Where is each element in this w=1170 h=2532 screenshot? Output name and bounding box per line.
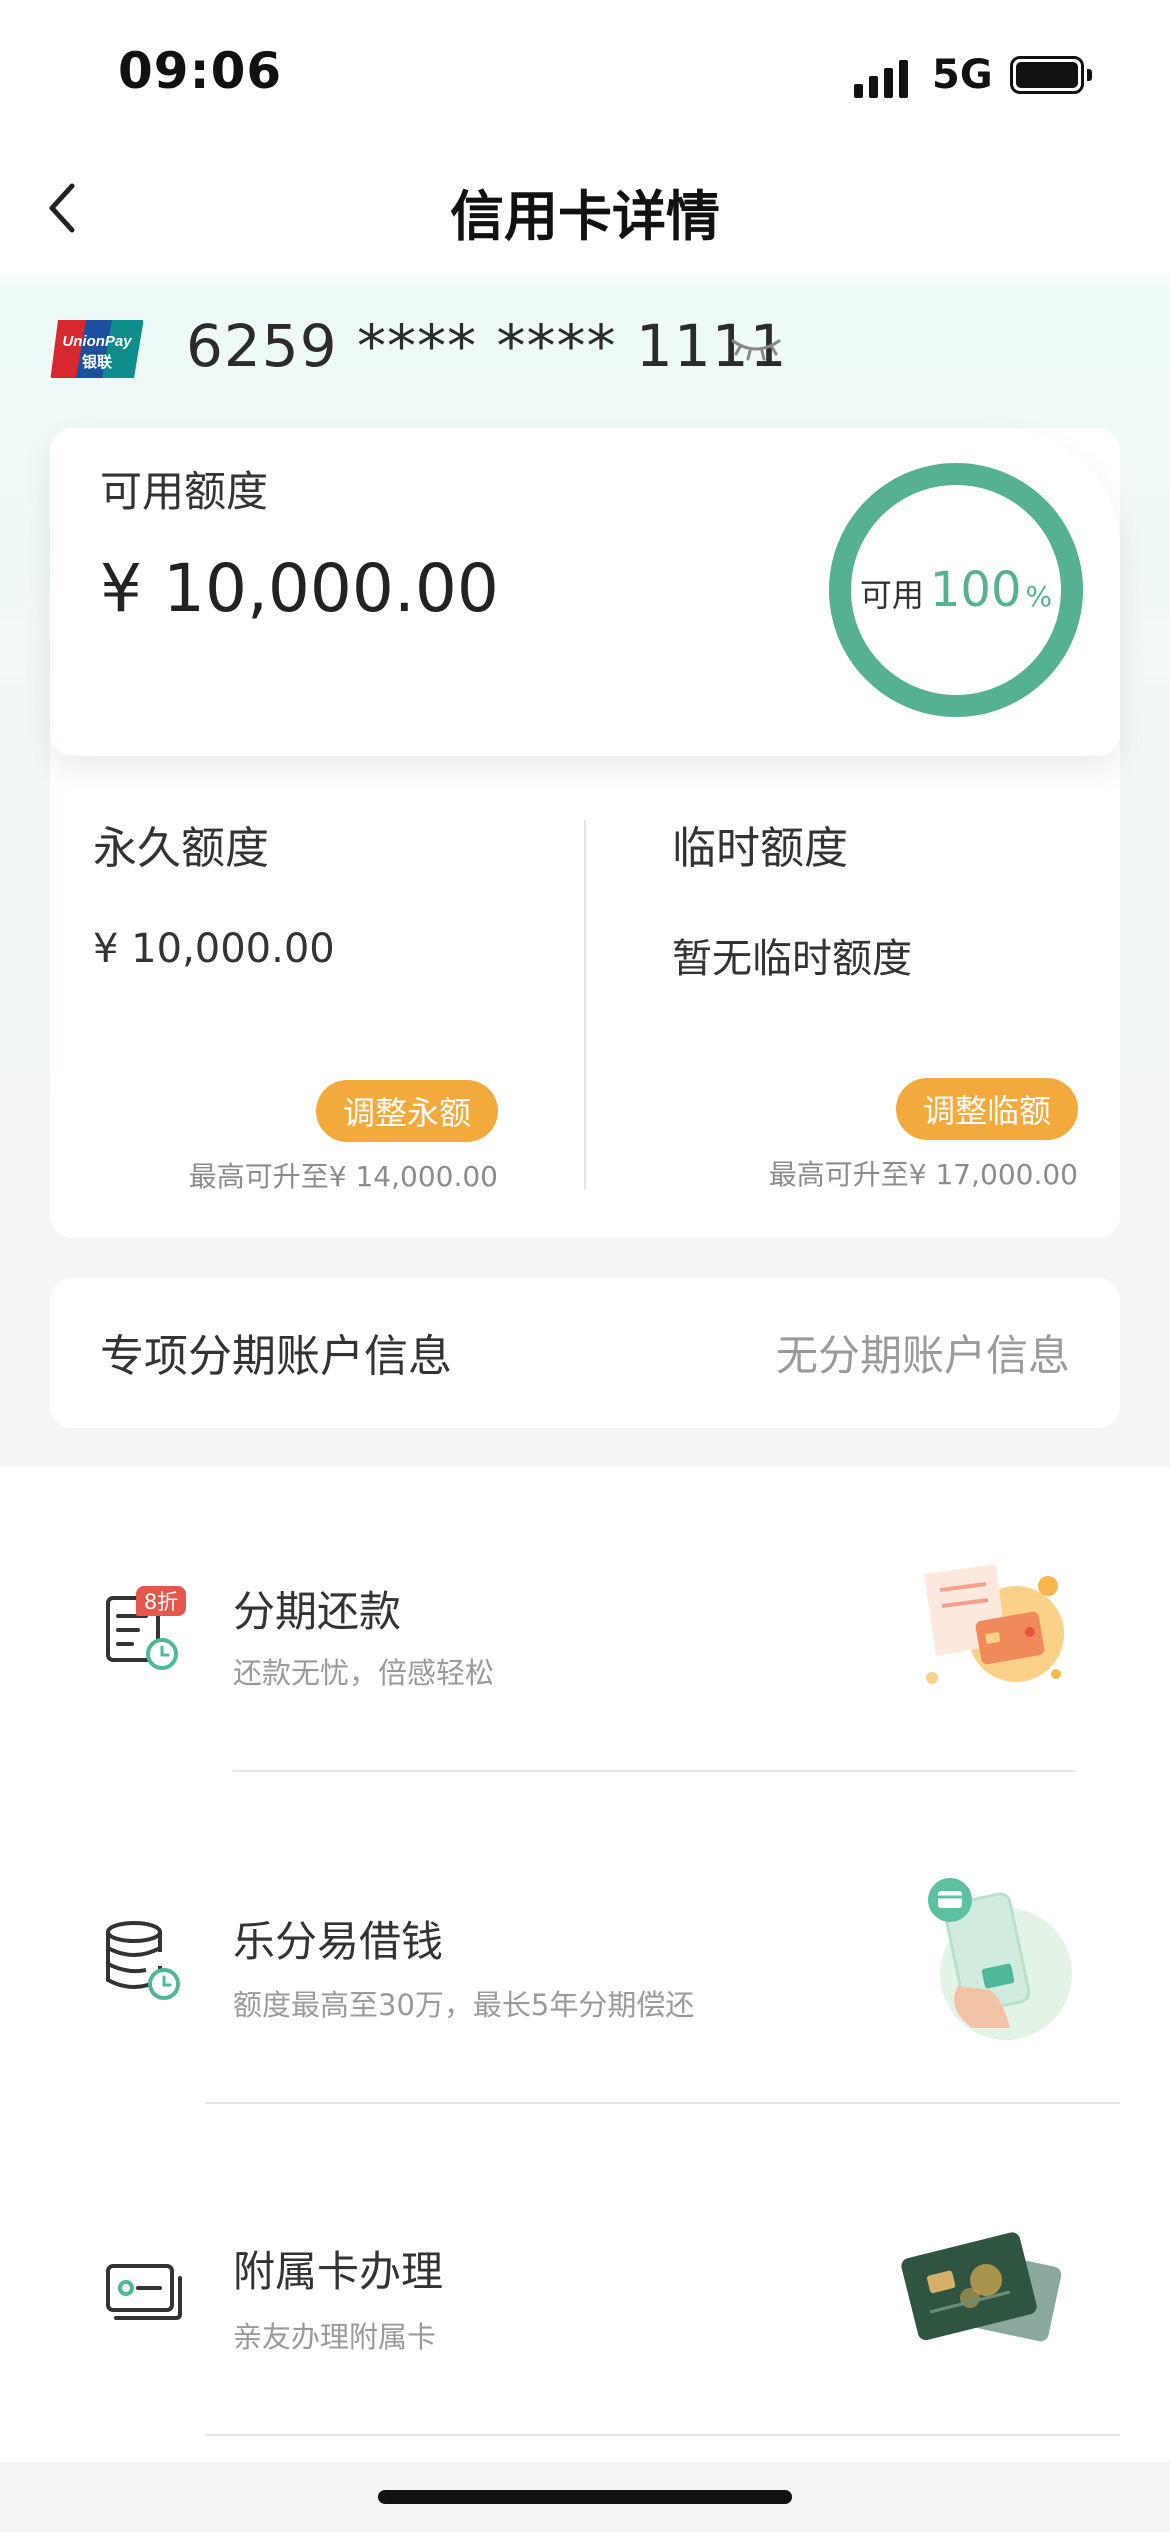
permanent-credit-label: 永久额度 <box>93 823 269 874</box>
card-icon <box>104 2262 184 2324</box>
battery-cap <box>1087 69 1092 81</box>
unionpay-logo: UnionPay 银联 <box>50 318 144 380</box>
loan-illustration <box>906 1878 1076 2048</box>
service-desc: 亲友办理附属卡 <box>233 2320 437 2354</box>
available-credit-amount: ¥ 10,000.00 <box>100 550 499 627</box>
adjust-permanent-button[interactable]: 调整永额 <box>316 1080 498 1142</box>
service-title: 附属卡办理 <box>233 2247 444 2296</box>
svg-text:UnionPay: UnionPay <box>62 333 132 350</box>
ring-label: 可用 100% <box>828 562 1084 618</box>
installment-account-label: 专项分期账户信息 <box>100 1331 452 1382</box>
adjust-temporary-button[interactable]: 调整临额 <box>896 1078 1078 1140</box>
network-label: 5G <box>932 52 993 98</box>
permanent-max-note: 最高可升至¥ 14,000.00 <box>188 1160 498 1193</box>
service-desc: 还款无忧，倍感轻松 <box>233 1656 495 1690</box>
supplementary-card-illustration <box>900 2222 1070 2358</box>
ring-unit: % <box>1025 580 1053 613</box>
card-number: 6259 **** **** 1111 <box>186 312 788 380</box>
discount-badge: 8折 <box>136 1586 186 1616</box>
installment-illustration <box>896 1556 1076 1696</box>
ring-prefix: 可用 <box>859 576 924 614</box>
temporary-credit-amount: 暂无临时额度 <box>672 936 912 982</box>
service-desc: 额度最高至30万，最长5年分期偿还 <box>233 1988 695 2022</box>
svg-text:银联: 银联 <box>82 353 113 371</box>
temporary-credit-label: 临时额度 <box>672 823 848 874</box>
battery-icon <box>1010 56 1084 94</box>
home-indicator[interactable] <box>378 2490 792 2504</box>
permanent-credit-amount: ¥ 10,000.00 <box>93 926 335 972</box>
ring-percent: 100 <box>929 562 1022 618</box>
coins-clock-icon <box>104 1918 184 2002</box>
service-title: 乐分易借钱 <box>233 1917 444 1966</box>
page-title: 信用卡详情 <box>450 185 720 248</box>
divider <box>205 2434 1120 2436</box>
eye-closed-icon[interactable] <box>730 335 782 363</box>
status-time: 09:06 <box>118 42 283 100</box>
temporary-max-note: 最高可升至¥ 17,000.00 <box>768 1158 1078 1191</box>
service-title: 分期还款 <box>233 1587 402 1636</box>
signal-icon <box>854 58 914 98</box>
available-credit-label: 可用额度 <box>100 467 269 516</box>
column-divider <box>584 820 586 1190</box>
installment-account-value: 无分期账户信息 <box>775 1331 1070 1380</box>
